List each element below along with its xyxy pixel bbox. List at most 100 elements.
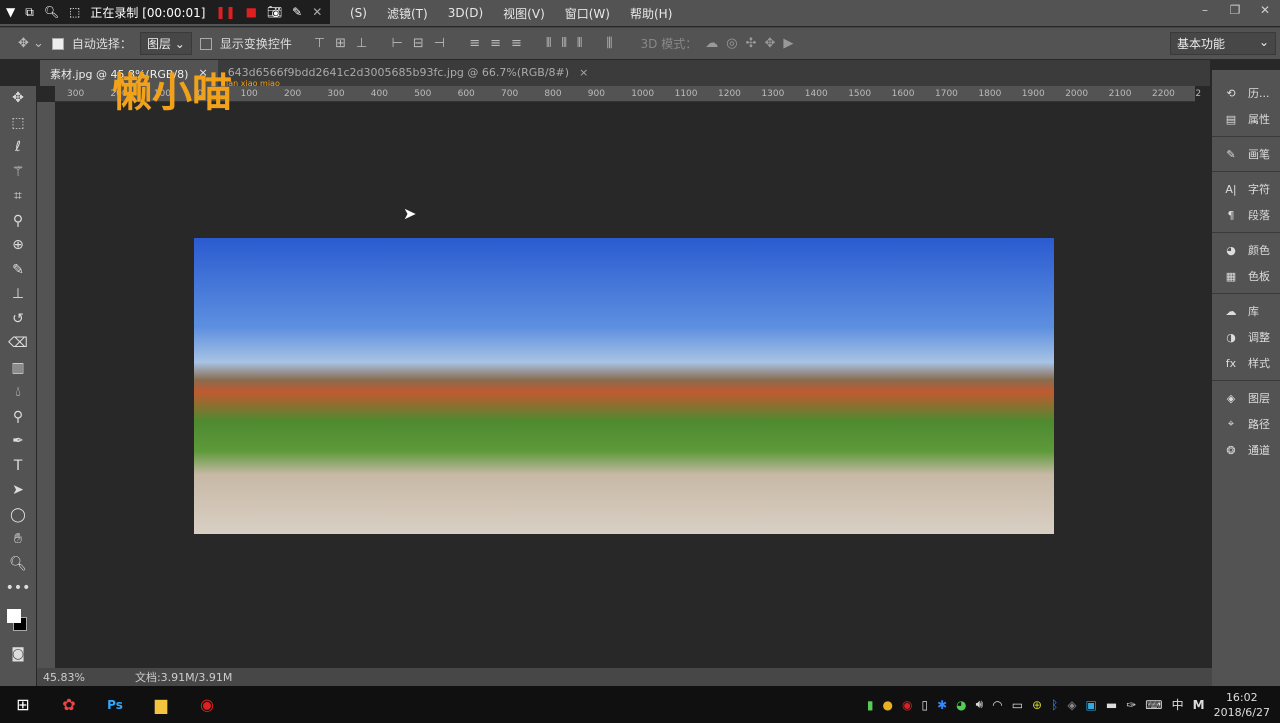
path-select-icon[interactable]: ➤ bbox=[12, 482, 24, 502]
search-icon[interactable]: 🔍︎ bbox=[44, 5, 59, 19]
menu-help[interactable]: 帮助(H) bbox=[630, 5, 672, 22]
qq-icon[interactable]: ✱ bbox=[937, 698, 947, 712]
usb-icon[interactable]: ▮ bbox=[867, 698, 874, 712]
lasso-tool-icon[interactable]: ℓ bbox=[15, 139, 21, 159]
restore-button[interactable]: ❐ bbox=[1220, 0, 1250, 20]
panel-label: 路径 bbox=[1248, 418, 1270, 431]
region-icon[interactable]: ⬚ bbox=[69, 5, 80, 19]
network-icon[interactable]: ◈ bbox=[1067, 698, 1076, 712]
keyboard-icon[interactable]: ⌨ bbox=[1145, 698, 1162, 712]
panel-channels[interactable]: ❂ 通道 bbox=[1212, 437, 1280, 463]
panel-libraries[interactable]: ☁ 库 bbox=[1212, 298, 1280, 324]
workspace-select[interactable]: 基本功能 ⌄ bbox=[1170, 32, 1276, 55]
file-explorer-icon[interactable]: ▆ bbox=[138, 695, 184, 714]
quick-mask-icon[interactable]: ◙ bbox=[11, 646, 25, 666]
window-icon[interactable]: ⧉ bbox=[25, 5, 34, 20]
volume-icon[interactable]: 🔊︎ bbox=[976, 697, 984, 712]
more-tools-icon[interactable]: ••• bbox=[6, 580, 31, 600]
pause-button[interactable]: ❚❚ bbox=[215, 5, 235, 19]
record-tray-icon[interactable]: ◉ bbox=[902, 698, 912, 712]
brush-tool-icon[interactable]: ✎ bbox=[12, 262, 24, 282]
magic-wand-icon[interactable]: ⚚ bbox=[12, 164, 25, 184]
pen-icon[interactable]: ✑ bbox=[1126, 698, 1136, 712]
ruler-tick-label: 1800 bbox=[978, 89, 1002, 99]
panel-character[interactable]: A| 字符 bbox=[1212, 176, 1280, 202]
plus-app-icon[interactable]: ⊕ bbox=[1032, 698, 1042, 712]
photoshop-icon[interactable]: Ps bbox=[92, 698, 138, 712]
campus-panorama-image[interactable] bbox=[194, 238, 1054, 534]
pencil-icon[interactable]: ✎ bbox=[292, 5, 302, 19]
menu-view[interactable]: 视图(V) bbox=[503, 5, 545, 22]
show-transform-checkbox[interactable] bbox=[199, 37, 212, 50]
panel-history[interactable]: ⟲ 历... bbox=[1212, 80, 1280, 106]
close-icon[interactable]: × bbox=[579, 66, 588, 80]
panel-adjustments[interactable]: ◑ 调整 bbox=[1212, 324, 1280, 350]
close-recorder-button[interactable]: ✕ bbox=[312, 5, 322, 19]
divider bbox=[1212, 232, 1280, 233]
eraser-icon[interactable]: ⌫ bbox=[8, 335, 28, 355]
history-brush-icon[interactable]: ↺ bbox=[12, 311, 24, 331]
minimize-button[interactable]: – bbox=[1190, 0, 1220, 20]
color-swatches-icon[interactable] bbox=[5, 605, 31, 641]
app-tray-icon[interactable]: ● bbox=[883, 698, 893, 712]
auto-select-checkbox[interactable] bbox=[51, 37, 64, 50]
zoom-tool-icon[interactable]: 🔍︎ bbox=[9, 556, 27, 576]
pen-tool-icon[interactable]: ✒ bbox=[12, 433, 24, 453]
panel-properties[interactable]: ▤ 属性 bbox=[1212, 106, 1280, 132]
move-tool-icon[interactable]: ✥ bbox=[12, 90, 24, 110]
panel-paragraph[interactable]: ¶ 段落 bbox=[1212, 202, 1280, 228]
menu-select[interactable]: (S) bbox=[350, 6, 367, 20]
wifi-icon[interactable]: ◠ bbox=[992, 698, 1002, 712]
ime-mode[interactable]: M bbox=[1193, 698, 1205, 712]
blur-icon[interactable]: 💧︎ bbox=[15, 384, 21, 404]
device-icon[interactable]: ▯ bbox=[922, 698, 929, 712]
panel-brush[interactable]: ✎ 画笔 bbox=[1212, 141, 1280, 167]
menu-3d[interactable]: 3D(D) bbox=[448, 6, 483, 20]
divider bbox=[1212, 380, 1280, 381]
marquee-tool-icon[interactable]: ⬚ bbox=[11, 115, 24, 135]
divider bbox=[1212, 171, 1280, 172]
zoom-level[interactable]: 45.83% bbox=[43, 671, 85, 684]
hand-tool-icon[interactable]: ✋︎ bbox=[14, 531, 22, 551]
ruler-tick-label: 2 bbox=[1195, 89, 1202, 99]
dodge-icon[interactable]: ⚲ bbox=[13, 409, 23, 429]
panel-color[interactable]: ◕ 颜色 bbox=[1212, 237, 1280, 263]
start-button[interactable]: ⊞ bbox=[0, 695, 46, 714]
bluetooth-icon[interactable]: ᛒ bbox=[1051, 698, 1058, 712]
ime-indicator[interactable]: 中 bbox=[1172, 696, 1184, 713]
gradient-icon[interactable]: ▥ bbox=[11, 360, 24, 380]
display-icon[interactable]: ▬ bbox=[1106, 698, 1117, 712]
eyedropper-icon[interactable]: ⚲ bbox=[13, 213, 23, 233]
crop-tool-icon[interactable]: ⌗ bbox=[14, 188, 22, 208]
healing-brush-icon[interactable]: ⊕ bbox=[12, 237, 24, 257]
camera-icon[interactable]: 📷︎ bbox=[267, 5, 282, 19]
3d-mode-icons[interactable]: ☁◎✣✥▶ bbox=[705, 36, 801, 51]
panel-paths[interactable]: ⌖ 路径 bbox=[1212, 411, 1280, 437]
color-icon: ◕ bbox=[1226, 243, 1236, 257]
auto-select-target[interactable]: 图层 ⌄ bbox=[139, 32, 192, 55]
close-button[interactable]: ✕ bbox=[1250, 0, 1280, 20]
stop-button[interactable]: ■ bbox=[246, 5, 257, 19]
ruler-tick-label: 1700 bbox=[935, 89, 958, 99]
app-blue-icon[interactable]: ▣ bbox=[1086, 698, 1097, 712]
app-color-icon[interactable]: ✿ bbox=[46, 695, 92, 714]
ruler-tick-label: 700 bbox=[501, 89, 519, 99]
recorder-bar: ▼ ⧉ 🔍︎ ⬚ 正在录制 [00:00:01] ❚❚ ■ 📷︎ ✎ ✕ bbox=[0, 0, 330, 24]
clock[interactable]: 16:02 2018/6/27 bbox=[1214, 690, 1270, 720]
wechat-icon[interactable]: ◕ bbox=[956, 698, 966, 712]
dropdown-icon[interactable]: ▼ bbox=[6, 5, 15, 19]
menu-filter[interactable]: 滤镜(T) bbox=[387, 5, 428, 22]
ruler-tick-label: 200 bbox=[284, 89, 302, 99]
panel-layers[interactable]: ◈ 图层 bbox=[1212, 385, 1280, 411]
menu-window[interactable]: 窗口(W) bbox=[565, 5, 610, 22]
ruler-tick-label: 2100 bbox=[1108, 89, 1132, 99]
type-tool-icon[interactable]: T bbox=[14, 458, 23, 478]
move-tool-icon[interactable]: ✥ ⌄ bbox=[18, 36, 44, 51]
recorder-app-icon[interactable]: ◉ bbox=[184, 695, 230, 714]
battery-icon[interactable]: ▭ bbox=[1012, 698, 1023, 712]
ellipse-tool-icon[interactable]: ◯ bbox=[10, 507, 26, 527]
stamp-tool-icon[interactable]: ⊥ bbox=[12, 286, 24, 306]
align-icons[interactable]: ⊤⊞⊥ ⊢⊟⊣ ≡≡≡ ⫴⫴⫴ ⫼ bbox=[314, 36, 623, 51]
panel-swatches[interactable]: ▦ 色板 bbox=[1212, 263, 1280, 289]
panel-styles[interactable]: fx 样式 bbox=[1212, 350, 1280, 376]
